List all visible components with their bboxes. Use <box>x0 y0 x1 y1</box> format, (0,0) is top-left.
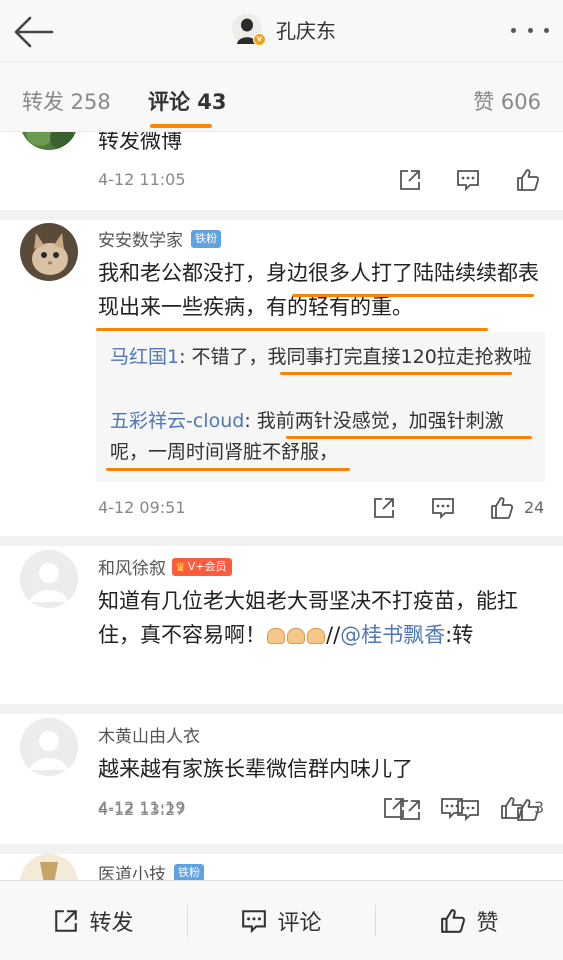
comment-item: 转发微博 4-12 11:05 <box>0 132 563 220</box>
comment-item: 和风徐叙 ♛ V+会员 知道有几位老大姐老大哥坚决不打疫苗，能扛住，真不容易啊！ /… <box>0 546 563 820</box>
comment-time: 4-12 11:05 <box>98 170 186 189</box>
like-icon <box>441 909 466 933</box>
commenter-name-text[interactable]: 木黄山由人衣 <box>98 722 200 747</box>
reply-preview[interactable]: 马红国1: 不错了，我同事打完直接120拉走抢救啦 五彩祥云-cloud: 我前… <box>96 332 545 482</box>
more-options-icon[interactable] <box>511 22 549 38</box>
thumbs-up-emoji-icon <box>287 628 305 644</box>
fan-badge: 铁粉 <box>174 863 204 880</box>
comment-list[interactable]: 转发微博 4-12 11:05 安安数学家 铁粉 我和老公都没打，身边很多人打了… <box>0 132 563 880</box>
commenter-name-text[interactable]: 医道小技 <box>98 860 166 880</box>
like-button-label: 赞 <box>476 911 499 936</box>
tab-like[interactable]: 赞 606 <box>473 86 541 116</box>
tab-bar: 转发 258 评论 43 赞 606 <box>0 62 563 132</box>
reply-author[interactable]: 五彩祥云-cloud <box>110 410 244 432</box>
share-icon[interactable] <box>372 496 396 520</box>
comment-item: 木黄山由人衣 越来越有家族长辈微信群内味儿了 4-12 13:27 <box>0 714 563 846</box>
reply-icon[interactable] <box>431 496 455 520</box>
commenter-name[interactable]: 医道小技 铁粉 <box>98 860 204 880</box>
divider <box>0 536 563 546</box>
comment-text: 我和老公都没打，身边很多人打了陆陆续续都表现出来一些疾病，有的轻有的重。 <box>98 261 539 319</box>
thumbs-up-emoji-icon <box>307 628 325 644</box>
tab-comment[interactable]: 评论 43 <box>148 86 227 116</box>
like-icon[interactable] <box>516 168 540 192</box>
share-icon[interactable] <box>398 798 422 822</box>
thumbs-up-emoji-icon <box>267 628 285 644</box>
comment-text: 转发微博 <box>98 132 182 153</box>
tab-repost[interactable]: 转发 258 <box>22 86 111 116</box>
commenter-avatar[interactable] <box>20 718 78 776</box>
mention-link[interactable]: @桂书飘香 <box>340 623 445 647</box>
repost-button[interactable]: 转发 <box>0 881 187 960</box>
highlight-underline <box>96 328 488 331</box>
commenter-name[interactable]: 和风徐叙 ♛ V+会员 <box>98 554 232 579</box>
comment-item: 医道小技 铁粉 <box>0 854 563 880</box>
commenter-name-text[interactable]: 安安数学家 <box>98 226 183 251</box>
commenter-name-text[interactable]: 和风徐叙 <box>98 554 166 579</box>
like-count: 24 <box>524 498 545 517</box>
highlight-underline <box>292 294 534 297</box>
comment-button-label: 评论 <box>277 911 322 936</box>
highlight-underline <box>286 436 532 439</box>
comment-text-tail: :转 <box>445 623 474 647</box>
comment-button[interactable]: 评论 <box>188 881 375 960</box>
comment-time: 4-12 13:27 <box>98 800 186 819</box>
comment-text: 越来越有家族长辈微信群内味儿了 <box>98 757 413 781</box>
reply-icon[interactable] <box>456 798 480 822</box>
comment-text: 知道有几位老大姐老大哥坚决不打疫苗，能扛住，真不容易啊！//@桂书飘香:转 <box>98 584 548 652</box>
author-avatar[interactable]: v <box>232 14 266 46</box>
like-icon[interactable] <box>516 798 540 822</box>
highlight-underline <box>106 468 350 471</box>
top-bar: v 孔庆东 <box>0 0 563 62</box>
bottom-action-bar: 转发 评论 赞 <box>0 880 563 960</box>
author-header[interactable]: v 孔庆东 <box>232 14 336 46</box>
divider <box>0 844 563 854</box>
reply-item[interactable]: 马红国1: 不错了，我同事打完直接120拉走抢救啦 <box>110 342 535 373</box>
like-button[interactable]: 赞 <box>376 881 563 960</box>
verified-badge-icon: v <box>253 33 266 46</box>
vip-badge-text: V+会员 <box>187 559 227 573</box>
commenter-name[interactable]: 木黄山由人衣 <box>98 722 200 747</box>
vip-badge: ♛ V+会员 <box>172 557 232 576</box>
fan-badge: 铁粉 <box>191 229 221 248</box>
comment-time: 4-12 09:51 <box>98 498 186 517</box>
like-icon[interactable] <box>490 496 514 520</box>
comment-icon <box>242 910 267 934</box>
active-tab-indicator <box>150 124 212 128</box>
repost-button-label: 转发 <box>89 911 134 936</box>
divider <box>0 704 563 714</box>
commenter-name[interactable]: 安安数学家 铁粉 <box>98 226 221 251</box>
share-icon <box>55 910 78 932</box>
highlight-underline <box>280 372 512 375</box>
share-icon[interactable] <box>398 168 422 192</box>
reply-author[interactable]: 马红国1 <box>110 346 179 368</box>
comment-item: 安安数学家 铁粉 我和老公都没打，身边很多人打了陆陆续续都表现出来一些疾病，有的… <box>0 220 563 536</box>
back-arrow-icon[interactable] <box>12 12 56 52</box>
repost-separator: // <box>326 623 341 647</box>
reply-icon[interactable] <box>456 168 480 192</box>
commenter-avatar[interactable] <box>20 550 78 608</box>
crown-icon: ♛ <box>175 559 186 574</box>
commenter-avatar[interactable] <box>20 223 78 281</box>
author-name[interactable]: 孔庆东 <box>276 15 336 44</box>
commenter-avatar[interactable] <box>20 854 78 880</box>
reply-text: : 不错了，我同事打完直接120拉走抢救啦 <box>179 346 532 368</box>
commenter-avatar[interactable] <box>20 132 78 150</box>
divider <box>0 210 563 220</box>
